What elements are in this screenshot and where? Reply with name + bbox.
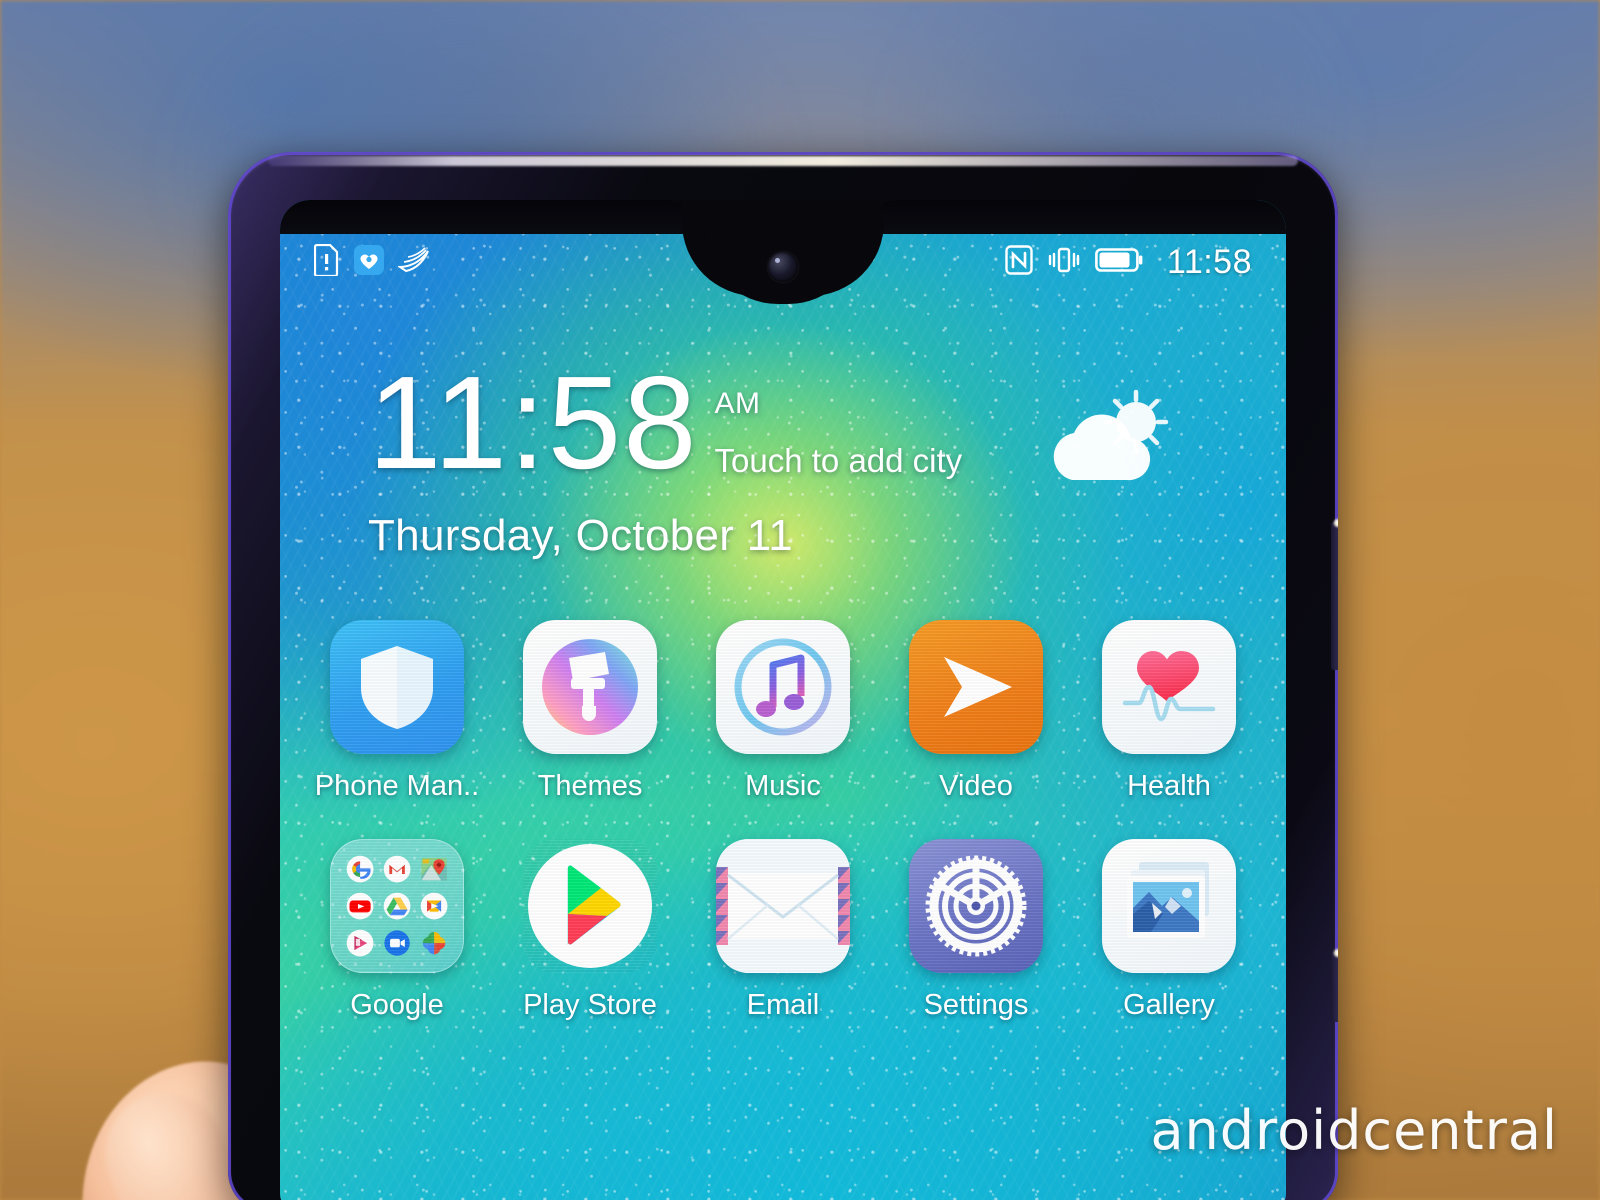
app-label: Themes	[537, 770, 643, 802]
folder-preview-grid	[331, 840, 463, 972]
battery-icon	[1095, 247, 1143, 278]
clock-ampm: AM	[714, 387, 761, 420]
app-label: Phone Man..	[314, 770, 480, 802]
app-health[interactable]: Health	[1078, 620, 1260, 803]
swiftkey-icon	[396, 246, 430, 278]
clock-date: Thursday, October 11	[368, 511, 794, 561]
app-label: Settings	[923, 989, 1029, 1021]
play-movies-icon	[418, 890, 450, 922]
themes-icon[interactable]	[523, 620, 657, 754]
gmail-icon	[381, 853, 413, 885]
google-search-icon	[344, 853, 376, 885]
app-label: Email	[746, 989, 820, 1021]
clock-widget[interactable]: 11:58 AM Touch to add city Thursday, Oct…	[368, 349, 963, 561]
vibrate-icon	[1047, 245, 1081, 280]
app-music[interactable]: Music	[692, 620, 874, 803]
clock-meta: AM Touch to add city	[715, 362, 963, 480]
clock-time-row: 11:58 AM Touch to add city	[368, 349, 963, 496]
google-folder-icon[interactable]	[330, 839, 464, 973]
app-play-store[interactable]: Play Store	[499, 839, 681, 1022]
app-label: Play Store	[523, 989, 657, 1021]
app-label: Health	[1127, 770, 1211, 802]
app-label: Google	[350, 989, 444, 1021]
app-row-1: Phone Man.. Themes Music Video Health	[306, 620, 1260, 803]
partly-cloudy-icon[interactable]	[1032, 388, 1182, 508]
androidcentral-watermark: androidcentral	[1150, 1099, 1558, 1162]
health-icon[interactable]	[1102, 620, 1236, 754]
phone-screen[interactable]: 11:58 11:58 AM Touch to add city Thursda…	[280, 200, 1286, 1200]
sim-card-alert-icon	[313, 243, 340, 281]
settings-icon[interactable]	[909, 839, 1043, 973]
app-email[interactable]: Email	[692, 839, 874, 1022]
music-icon[interactable]	[716, 620, 850, 754]
video-icon[interactable]	[909, 620, 1043, 754]
app-label: Music	[745, 770, 821, 802]
add-city-hint[interactable]: Touch to add city	[715, 442, 963, 480]
gallery-icon[interactable]	[1102, 839, 1236, 973]
volume-button-highlight	[1334, 519, 1338, 527]
app-video[interactable]: Video	[885, 620, 1067, 803]
app-gallery[interactable]: Gallery	[1078, 839, 1260, 1022]
phone-manager-icon[interactable]	[330, 620, 464, 754]
google-maps-icon	[418, 853, 450, 885]
phone-top-chamfer	[268, 156, 1298, 166]
app-google-folder[interactable]: Google	[306, 839, 488, 1022]
app-settings[interactable]: Settings	[885, 839, 1067, 1022]
app-themes[interactable]: Themes	[499, 620, 681, 803]
play-store-icon[interactable]	[523, 839, 657, 973]
app-phone-manager[interactable]: Phone Man..	[306, 620, 488, 803]
app-label: Video	[939, 770, 1013, 802]
google-photos-icon	[418, 927, 450, 959]
app-grid: Phone Man.. Themes Music Video Health Go…	[280, 620, 1286, 1058]
status-bar[interactable]: 11:58	[280, 236, 1286, 288]
health-app-icon	[354, 244, 384, 280]
app-row-2: Google Play Store Email Settings Gallery	[306, 839, 1260, 1022]
status-bar-right-icons: 11:58	[1005, 243, 1252, 282]
youtube-icon	[344, 890, 376, 922]
status-bar-clock: 11:58	[1166, 242, 1252, 281]
power-button-highlight	[1334, 949, 1338, 957]
nfc-icon	[1005, 244, 1033, 280]
app-label: Gallery	[1123, 989, 1215, 1021]
google-drive-icon	[381, 890, 413, 922]
volume-rocker-button[interactable]	[1331, 519, 1338, 670]
power-button[interactable]	[1331, 949, 1338, 1022]
google-duo-icon	[381, 927, 413, 959]
status-bar-left-icons	[313, 243, 430, 281]
email-icon[interactable]	[716, 839, 850, 973]
play-music-icon	[344, 927, 376, 959]
clock-time: 11:58	[368, 349, 699, 496]
phone-device: 11:58 11:58 AM Touch to add city Thursda…	[228, 152, 1338, 1200]
